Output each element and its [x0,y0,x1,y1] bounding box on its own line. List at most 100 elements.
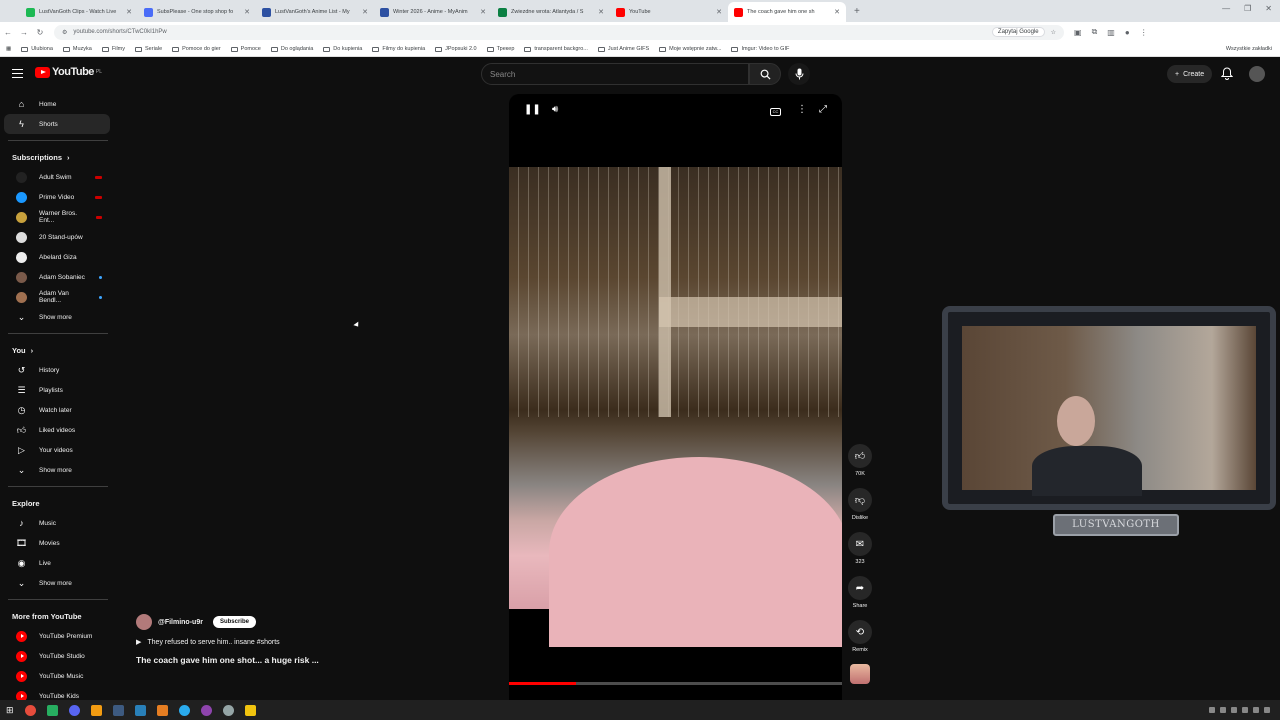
ask-google-button[interactable]: Zapytaj Google [991,27,1045,37]
sidebar-item[interactable]: YouTube Studio [4,646,110,666]
account-avatar[interactable] [1249,66,1265,82]
dislike-action[interactable]: 👎︎ Dislike [848,488,872,532]
app-icon[interactable] [112,704,124,716]
sidebar-item[interactable]: ϟ Shorts [4,114,110,134]
browser-tab[interactable]: LustVanGoth Clips - Watch Live ✕ [20,2,138,22]
profile-icon[interactable]: ● [1125,28,1130,37]
bookmark-star-icon[interactable]: ☆ [1051,29,1056,36]
you-heading[interactable]: You › [0,340,116,360]
bookmark-item[interactable]: Moje wstępnie zatw... [659,46,721,52]
tray-icon[interactable] [1242,707,1248,713]
browser-tab[interactable]: Winter 2026 - Anime - MyAnim ✕ [374,2,492,22]
sidebar-item[interactable]: 🎞︎ Movies [4,533,110,553]
apps-icon[interactable]: ▦ [6,46,11,52]
bookmark-item[interactable]: Pomoce do gier [172,46,221,52]
volume-tray-icon[interactable] [1264,707,1270,713]
sidebar-item[interactable]: ◉ Live [4,553,110,573]
fullscreen-icon[interactable]: ⤢ [819,104,827,115]
chrome-icon[interactable] [24,704,36,716]
browser-tab[interactable]: SubsPlease - One stop shop fo ✕ [138,2,256,22]
tray-icon[interactable] [1231,707,1237,713]
sidebar-item[interactable]: Prime Video [4,187,110,207]
app-icon[interactable] [222,704,234,716]
remix-thumbnail[interactable] [850,664,870,684]
extension-icon[interactable]: ▣ [1074,28,1082,37]
bookmark-item[interactable]: Seriale [135,46,162,52]
bookmark-item[interactable]: Трекер [486,46,514,52]
volume-icon[interactable]: 🔊︎ [552,104,558,115]
sidebar-item[interactable]: 👍︎ Liked videos [4,420,110,440]
bookmark-item[interactable]: Filmy [101,46,125,52]
close-icon[interactable]: ✕ [1265,4,1272,13]
all-bookmarks[interactable]: Wszystkie zakładki [1226,46,1272,52]
bookmark-item[interactable]: JPopsuki 2.0 [435,46,477,52]
create-button[interactable]: + Create [1167,65,1213,83]
sidebar-item[interactable]: ⌄ Show more [4,573,110,593]
subscriptions-heading[interactable]: Subscriptions › [0,147,116,167]
subscriptions-show-more[interactable]: ⌄ Show more [4,307,110,327]
like-action[interactable]: 👍︎ 70K [848,444,872,488]
thumbs-down-icon[interactable]: 👎︎ [848,488,872,512]
sidebar-item[interactable]: ☰ Playlists [4,380,110,400]
site-info-icon[interactable]: ⚙ [62,29,67,36]
channel-avatar[interactable] [136,614,152,630]
sidebar-item[interactable]: 20 Stand-upów [4,227,110,247]
app-icon[interactable] [200,704,212,716]
browser-tab[interactable]: YouTube ✕ [610,2,728,22]
captions-icon[interactable]: CC [770,108,781,116]
sidebar-item[interactable]: Adam Van Bendl... [4,287,110,307]
pause-icon[interactable]: ❚❚ [524,104,541,115]
new-tab-button[interactable]: + [854,6,860,17]
discord-icon[interactable] [68,704,80,716]
file-explorer-icon[interactable] [244,704,256,716]
progress-bar[interactable] [509,682,842,685]
reload-icon[interactable]: ↻ [32,28,48,37]
tab-close-icon[interactable]: ✕ [716,8,722,16]
remix-icon[interactable]: ⟲ [848,620,872,644]
vlc-icon[interactable] [156,704,168,716]
remix-action[interactable]: ⟲ Remix [848,620,872,664]
maximize-icon[interactable]: ❐ [1244,4,1251,13]
youtube-logo[interactable]: YouTube PL [35,66,102,78]
bookmark-item[interactable]: Do oglądania [270,46,313,52]
tab-close-icon[interactable]: ✕ [834,8,840,16]
minimize-icon[interactable]: — [1222,4,1230,13]
tab-close-icon[interactable]: ✕ [480,8,486,16]
tab-close-icon[interactable]: ✕ [244,8,250,16]
bookmark-item[interactable]: Ulubiona [21,46,53,52]
back-icon[interactable]: ← [0,28,16,37]
app-icon[interactable] [46,704,58,716]
sidebar-item[interactable]: ◷ Watch later [4,400,110,420]
sidebar-item[interactable]: ⌂ Home [4,94,110,114]
bookmark-item[interactable]: Muzyka [62,46,92,52]
tab-close-icon[interactable]: ✕ [126,8,132,16]
sidebar-item[interactable]: ⌄ Show more [4,460,110,480]
windows-start-icon[interactable]: ⊞ [6,705,14,716]
notifications-bell-icon[interactable] [1220,67,1234,85]
telegram-icon[interactable] [178,704,190,716]
short-title[interactable]: The coach gave him one shot... a huge ri… [136,655,496,665]
network-icon[interactable] [1253,707,1259,713]
thumbs-up-icon[interactable]: 👍︎ [848,444,872,468]
channel-name[interactable]: @Filmino-u9r [158,619,203,626]
bookmark-item[interactable]: Imgur: Video to GIF [731,46,789,52]
bookmark-item[interactable]: Do kupienia [323,46,362,52]
more-options-icon[interactable]: ⋮ [797,104,807,115]
extensions-puzzle-icon[interactable]: ⧉ [1092,27,1098,37]
app-icon[interactable] [134,704,146,716]
sidebar-item[interactable]: YouTube Premium [4,626,110,646]
tray-icon[interactable] [1209,707,1215,713]
menu-kebab-icon[interactable]: ⋮ [1140,28,1148,37]
bookmark-item[interactable]: transparent backgro... [524,46,588,52]
tab-close-icon[interactable]: ✕ [598,8,604,16]
comments-action[interactable]: ✉ 323 [848,532,872,576]
browser-tab[interactable]: LustVanGoth's Anime List - My ✕ [256,2,374,22]
sidebar-item[interactable]: Adult Swim [4,167,110,187]
bookmark-item[interactable]: Pomoce [230,46,261,52]
url-field[interactable]: ⚙ youtube.com/shorts/CTwC0kI1hPw Zapytaj… [54,24,1064,40]
app-icon[interactable] [90,704,102,716]
sidebar-item[interactable]: Warner Bros. Ent... [4,207,110,227]
sidebar-item[interactable]: Adam Sobaniec [4,267,110,287]
sidebar-item[interactable]: ↺ History [4,360,110,380]
bookmark-item[interactable]: Filmy do kupienia [372,46,425,52]
